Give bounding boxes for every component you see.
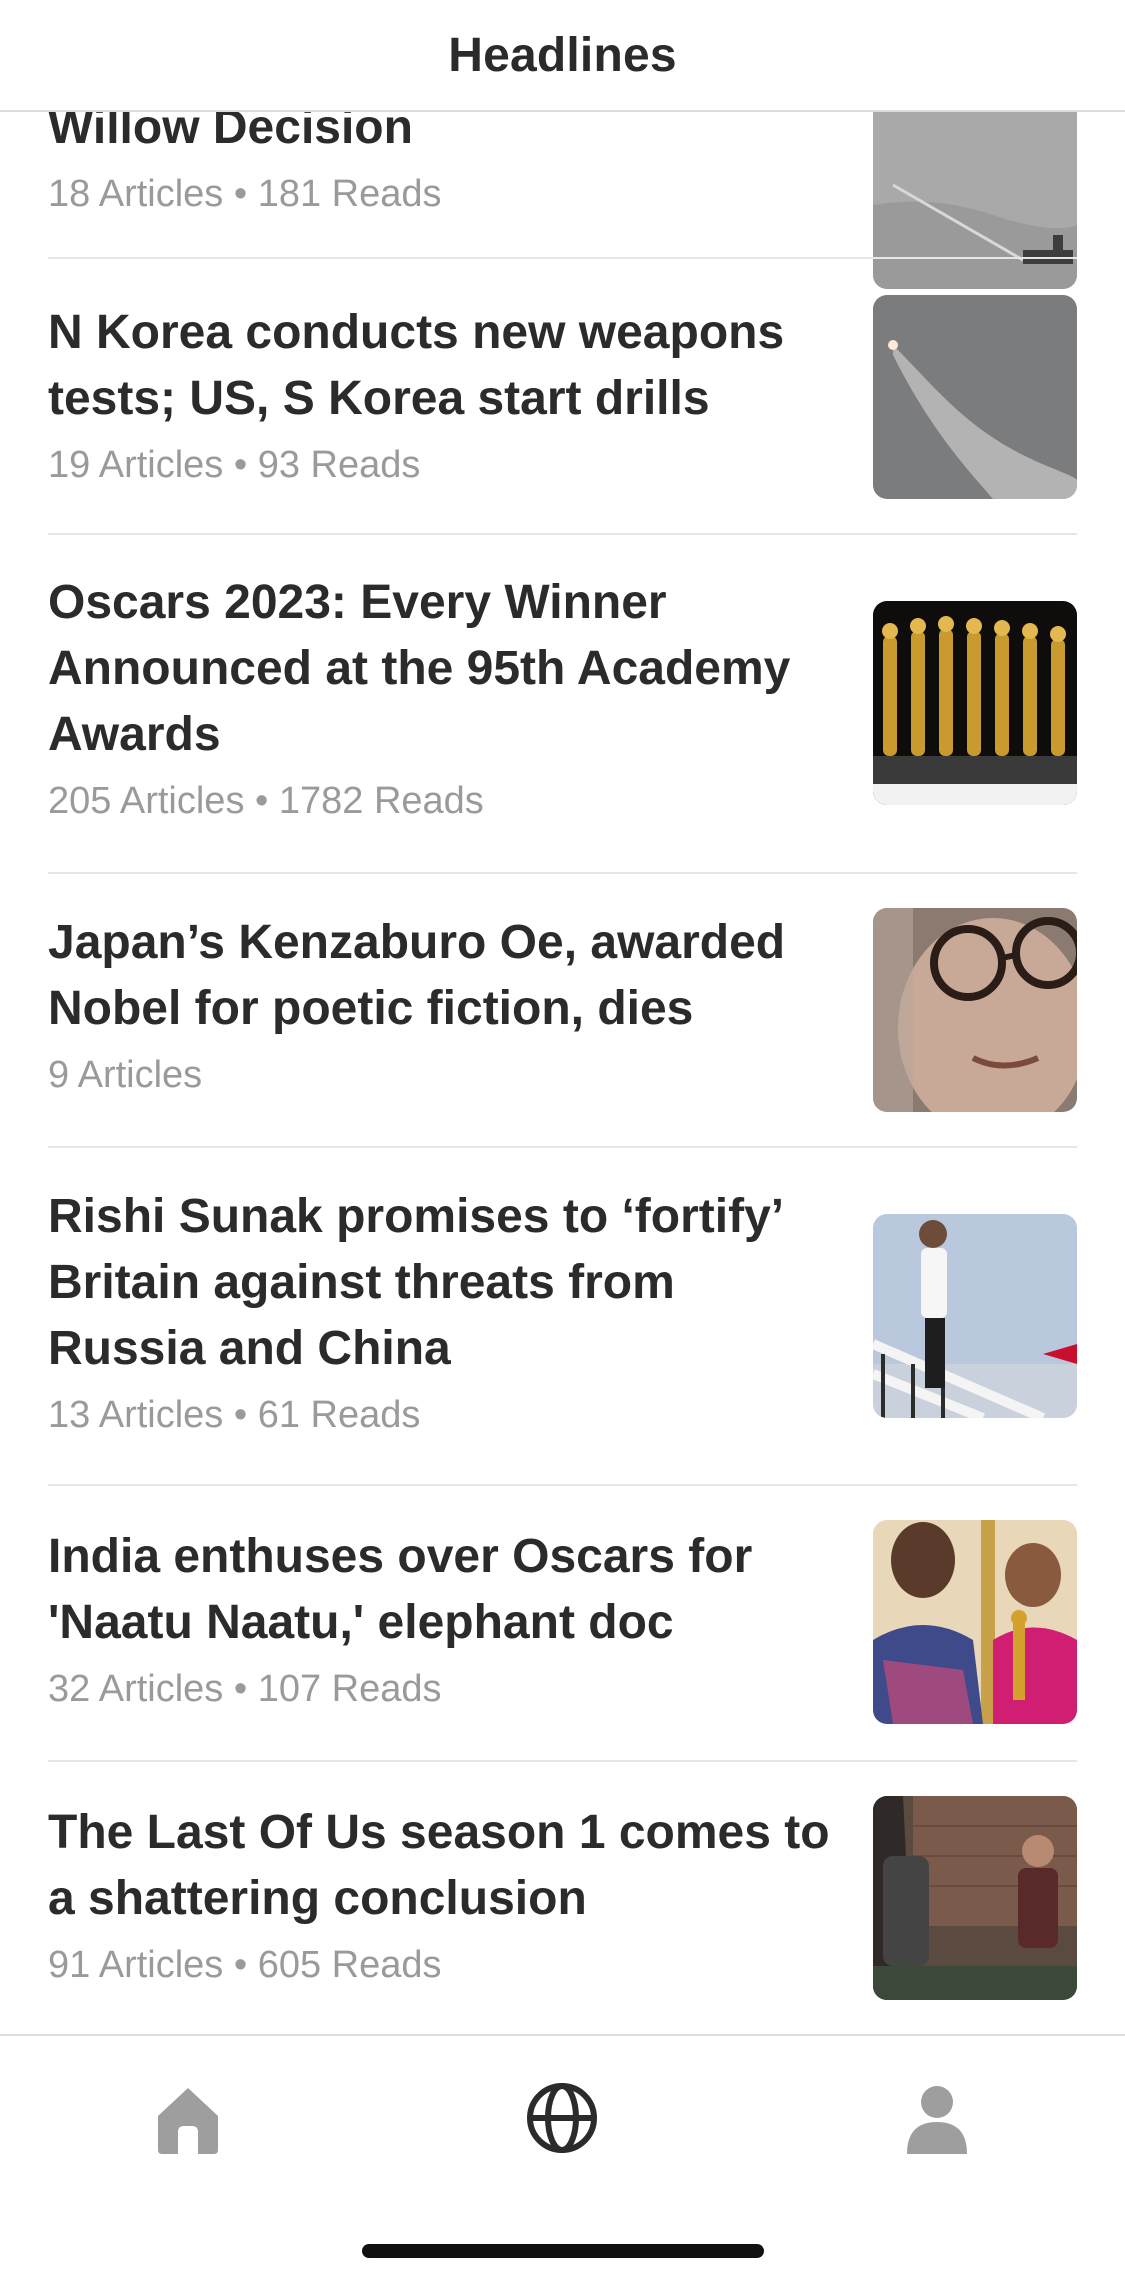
- row-divider: [48, 872, 1077, 874]
- headline-text: Japan’s Kenzaburo Oe, awarded Nobel for …: [48, 910, 838, 1100]
- tab-home[interactable]: [148, 2078, 228, 2158]
- row-divider: [48, 533, 1077, 535]
- headline-meta: 18 Articles • 181 Reads: [48, 173, 442, 215]
- man-on-airplane-stairs-image: [873, 1214, 1077, 1418]
- row-divider: [48, 1484, 1077, 1486]
- headline-meta: 32 Articles • 107 Reads: [48, 1668, 442, 1710]
- headline-text: The Last Of Us season 1 comes to a shatt…: [48, 1800, 838, 1990]
- tab-world[interactable]: [522, 2078, 602, 2158]
- headline-text: Willow Decision 18 Articles • 181 Reads: [48, 95, 838, 219]
- headline-text: Oscars 2023: Every Winner Announced at t…: [48, 570, 838, 826]
- headline-meta: 91 Articles • 605 Reads: [48, 1944, 442, 1986]
- headline-text: N Korea conducts new weapons tests; US, …: [48, 300, 838, 490]
- headline-title: Japan’s Kenzaburo Oe, awarded Nobel for …: [48, 916, 786, 1035]
- headline-text: India enthuses over Oscars for 'Naatu Na…: [48, 1524, 838, 1714]
- row-divider: [48, 1146, 1077, 1148]
- headline-text: Rishi Sunak promises to ‘fortify’ Britai…: [48, 1184, 838, 1440]
- headline-meta: 13 Articles • 61 Reads: [48, 1394, 421, 1436]
- page-title: Headlines: [448, 28, 677, 82]
- headline-title: N Korea conducts new weapons tests; US, …: [48, 306, 785, 425]
- headline-meta: 9 Articles: [48, 1054, 203, 1096]
- tv-scene-image: [873, 1796, 1077, 2000]
- headline-title: The Last Of Us season 1 comes to a shatt…: [48, 1806, 830, 1925]
- portrait-glasses-image: [873, 908, 1077, 1112]
- home-indicator: [362, 2244, 764, 2258]
- top-header: Headlines: [0, 0, 1125, 112]
- headline-title: Oscars 2023: Every Winner Announced at t…: [48, 576, 791, 761]
- oscar-statuettes-image: [873, 601, 1077, 805]
- row-divider: [48, 257, 1077, 259]
- oscar-winners-image: [873, 1520, 1077, 1724]
- row-divider: [48, 1760, 1077, 1762]
- headline-title: Rishi Sunak promises to ‘fortify’ Britai…: [48, 1190, 782, 1375]
- headline-meta: 19 Articles • 93 Reads: [48, 444, 421, 486]
- missile-launch-image: [873, 295, 1077, 499]
- tab-profile[interactable]: [897, 2078, 977, 2158]
- person-icon: [907, 2086, 967, 2154]
- globe-icon: [527, 2083, 597, 2153]
- headline-feed[interactable]: Willow Decision 18 Articles • 181 Reads …: [0, 0, 1125, 2034]
- headline-title: India enthuses over Oscars for 'Naatu Na…: [48, 1530, 753, 1649]
- home-icon: [158, 2088, 218, 2154]
- headlines-screen: Willow Decision 18 Articles • 181 Reads …: [0, 0, 1125, 2284]
- headline-meta: 205 Articles • 1782 Reads: [48, 780, 484, 822]
